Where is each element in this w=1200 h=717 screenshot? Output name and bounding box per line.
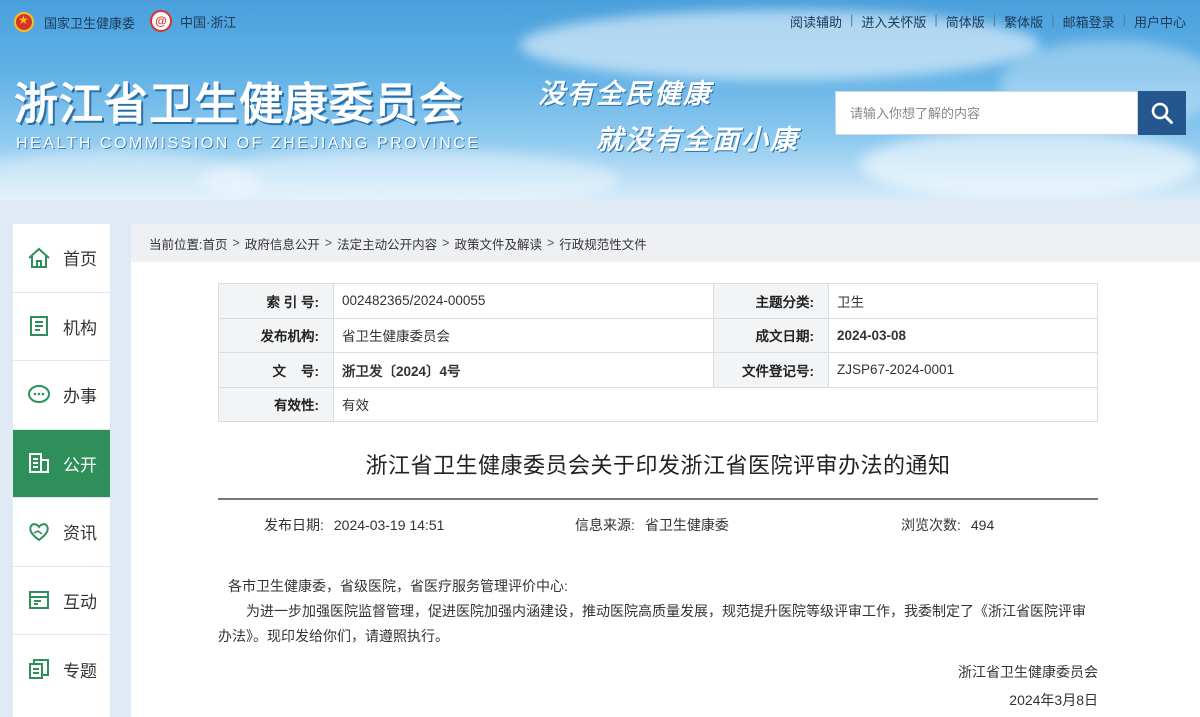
breadcrumb-item[interactable]: 法定主动公开内容 [337, 234, 437, 253]
nav-item-public[interactable]: 公开 [13, 429, 110, 498]
nav-label: 专题 [63, 661, 97, 681]
meta-value: 002482365/2024-00055 [333, 283, 714, 319]
breadcrumb-separator: > [546, 236, 555, 250]
top-bar: 国家卫生健康委 @ 中国·浙江 阅读辅助 | 进入关怀版 | 简体版 | 繁体版… [0, 0, 1200, 42]
document-meta-table: 索 引 号: 002482365/2024-00055 主题分类: 卫生 发布机… [218, 283, 1098, 422]
traditional-link[interactable]: 繁体版 [996, 12, 1051, 31]
table-row: 索 引 号: 002482365/2024-00055 主题分类: 卫生 [218, 283, 1098, 319]
zhejiang-label: 中国·浙江 [180, 14, 237, 30]
table-row: 发布机构: 省卫生健康委员会 成文日期: 2024-03-08 [218, 317, 1098, 353]
care-mode-link[interactable]: 进入关怀版 [853, 12, 934, 31]
views-value: 494 [970, 517, 995, 533]
nav-item-news[interactable]: 资讯 [13, 498, 110, 567]
meta-value: 有效 [333, 386, 1098, 422]
mail-login-link[interactable]: 邮箱登录 [1055, 12, 1123, 31]
meta-key: 成文日期: [713, 317, 829, 353]
zhejiang-logo-icon: @ [150, 10, 172, 32]
meta-value: 卫生 [828, 283, 1098, 319]
heart-hands-icon [27, 520, 51, 544]
nav-item-interaction[interactable]: 互动 [13, 567, 110, 635]
simplified-link[interactable]: 简体版 [938, 12, 993, 31]
nhc-link[interactable]: 国家卫生健康委 [14, 12, 135, 32]
search-icon [1151, 102, 1173, 124]
meta-key: 索 引 号: [218, 283, 334, 319]
cloud-decoration [860, 130, 1200, 200]
breadcrumb-separator: > [232, 236, 240, 250]
meta-key: 发布机构: [218, 317, 334, 353]
source-label: 信息来源: [575, 517, 635, 533]
nav-item-home[interactable]: 首页 [13, 224, 110, 293]
article-paragraph: 为进一步加强医院监督管理，促进医院加强内涵建设，推动医院高质量发展，规范提升医院… [218, 603, 1086, 644]
nav-label: 首页 [63, 250, 97, 270]
meta-value: 2024-03-08 [828, 317, 1098, 353]
message-board-icon [27, 588, 51, 612]
breadcrumb-separator: > [324, 236, 333, 250]
source-info: 信息来源: 省卫生健康委 [575, 515, 729, 535]
breadcrumb-item[interactable]: 行政规范性文件 [559, 234, 647, 253]
cloud-decoration [0, 150, 260, 200]
building-icon [27, 451, 51, 475]
meta-value: 浙卫发〔2024〕4号 [333, 352, 714, 388]
search-input[interactable] [835, 91, 1138, 135]
cloud-decoration [200, 150, 620, 200]
slogan-line-1: 没有全民健康 [538, 79, 712, 110]
meta-key: 文件登记号: [713, 352, 829, 388]
nav-item-institution[interactable]: 机构 [13, 293, 110, 361]
document-title: 浙江省卫生健康委员会关于印发浙江省医院评审办法的通知 [365, 453, 951, 478]
nav-label: 办事 [63, 387, 97, 407]
zhejiang-link[interactable]: @ 中国·浙江 [150, 10, 236, 32]
breadcrumb-item[interactable]: 首页 [202, 234, 227, 253]
nav-item-services[interactable]: 办事 [13, 361, 110, 430]
nav-label: 公开 [63, 455, 97, 475]
breadcrumb-prefix: 当前位置: [149, 237, 203, 252]
meta-value: 省卫生健康委员会 [333, 317, 714, 353]
meta-value: ZJSP67-2024-0001 [828, 352, 1098, 388]
top-links: 阅读辅助 | 进入关怀版 | 简体版 | 繁体版 | 邮箱登录 | 用户中心 [782, 12, 1186, 31]
publish-date-info: 发布日期: 2024-03-19 14:51 [264, 515, 444, 535]
breadcrumb-separator: > [442, 236, 450, 250]
title-divider [218, 498, 1098, 500]
home-icon [27, 246, 51, 270]
nhc-label: 国家卫生健康委 [44, 15, 136, 31]
breadcrumb-item[interactable]: 政策文件及解读 [454, 234, 542, 253]
site-title[interactable]: 浙江省卫生健康委员会 [14, 68, 464, 132]
salutation: 各市卫生健康委，省级医院，省医疗服务管理评价中心: [228, 578, 568, 594]
user-center-link[interactable]: 用户中心 [1126, 12, 1186, 31]
main-content: 当前位置: 首页 > 政府信息公开 > 法定主动公开内容 > 政策文件及解读 >… [131, 224, 1200, 717]
side-nav: 首页 机构 办事 公开 资讯 互动 专题 [13, 224, 110, 717]
publish-date-label: 发布日期: [264, 517, 324, 533]
slogan-line-2: 就没有全面小康 [596, 125, 799, 156]
nav-label: 机构 [63, 318, 97, 338]
breadcrumb-item[interactable]: 政府信息公开 [245, 234, 320, 253]
views-label: 浏览次数: [901, 517, 961, 533]
search-bar [835, 91, 1186, 135]
pages-icon [27, 657, 51, 681]
sign-date: 2024年3月8日 [1009, 692, 1098, 708]
reading-aid-link[interactable]: 阅读辅助 [782, 12, 850, 31]
table-row: 文 号: 浙卫发〔2024〕4号 文件登记号: ZJSP67-2024-0001 [218, 352, 1098, 388]
search-button[interactable] [1138, 91, 1186, 135]
views-info: 浏览次数: 494 [901, 515, 994, 535]
nav-label: 互动 [63, 592, 97, 612]
publish-date-value: 2024-03-19 14:51 [333, 517, 445, 533]
article-body: 各市卫生健康委，省级医院，省医疗服务管理评价中心: 为进一步加强医院监督管理，促… [218, 574, 1098, 649]
site-header: 国家卫生健康委 @ 中国·浙江 阅读辅助 | 进入关怀版 | 简体版 | 繁体版… [0, 0, 1200, 200]
document-icon [27, 314, 51, 338]
nav-label: 资讯 [63, 524, 97, 544]
meta-key: 主题分类: [713, 283, 829, 319]
meta-key: 文 号: [218, 352, 334, 388]
chat-icon [27, 383, 51, 407]
signature: 浙江省卫生健康委员会 [958, 664, 1098, 680]
site-title-english: HEALTH COMMISSION OF ZHEJIANG PROVINCE [16, 135, 481, 152]
national-emblem-icon [14, 12, 34, 32]
nav-item-topics[interactable]: 专题 [13, 635, 110, 704]
breadcrumb: 当前位置: 首页 > 政府信息公开 > 法定主动公开内容 > 政策文件及解读 >… [131, 224, 1200, 262]
source-value: 省卫生健康委 [644, 517, 729, 533]
meta-key: 有效性: [218, 386, 334, 422]
table-row: 有效性: 有效 [218, 386, 1098, 422]
